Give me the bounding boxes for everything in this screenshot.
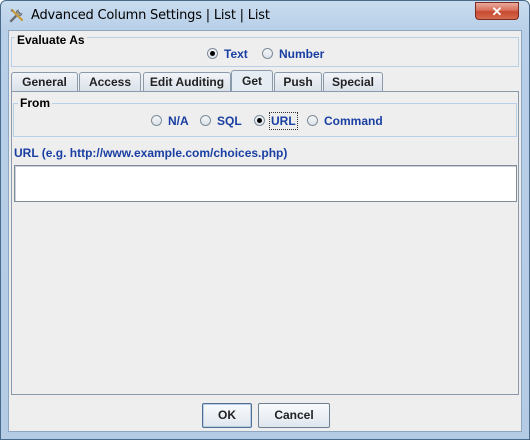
- tab-edit-auditing[interactable]: Edit Auditing: [143, 72, 231, 91]
- evaluate-number-label[interactable]: Number: [279, 47, 324, 61]
- from-na-label[interactable]: N/A: [168, 114, 189, 128]
- from-sql-radio[interactable]: [200, 115, 211, 126]
- ok-button[interactable]: OK: [202, 403, 252, 428]
- from-command-label[interactable]: Command: [324, 114, 383, 128]
- from-url-radio[interactable]: [254, 115, 265, 126]
- dialog-window: Advanced Column Settings | List | List ✕…: [0, 0, 530, 440]
- from-group: [13, 103, 517, 137]
- cancel-button[interactable]: Cancel: [258, 403, 330, 428]
- url-input[interactable]: [14, 165, 517, 202]
- from-na-radio[interactable]: [151, 115, 162, 126]
- evaluate-number-radio[interactable]: [262, 48, 273, 59]
- close-button[interactable]: ✕: [475, 2, 519, 20]
- from-legend: From: [18, 96, 52, 110]
- from-command-radio[interactable]: [307, 115, 318, 126]
- title-bar[interactable]: Advanced Column Settings | List | List ✕: [1, 1, 529, 29]
- evaluate-as-legend: Evaluate As: [15, 33, 87, 47]
- evaluate-text-label[interactable]: Text: [224, 47, 248, 61]
- tab-special[interactable]: Special: [323, 72, 383, 91]
- from-url-label[interactable]: URL: [269, 112, 298, 130]
- url-field-label: URL (e.g. http://www.example.com/choices…: [14, 146, 288, 160]
- from-sql-label[interactable]: SQL: [217, 114, 242, 128]
- dialog-content: Evaluate As Text Number General Access E…: [8, 30, 522, 432]
- window-title: Advanced Column Settings | List | List: [31, 8, 270, 23]
- close-icon: ✕: [491, 4, 503, 19]
- tab-push[interactable]: Push: [274, 72, 322, 91]
- tab-get[interactable]: Get: [231, 70, 273, 92]
- tab-general[interactable]: General: [11, 72, 78, 91]
- evaluate-text-radio[interactable]: [207, 48, 218, 59]
- tools-icon: [9, 8, 24, 23]
- get-tab-panel: From N/A SQL URL Command URL (e.g. http:…: [11, 91, 519, 395]
- tab-access[interactable]: Access: [79, 72, 141, 91]
